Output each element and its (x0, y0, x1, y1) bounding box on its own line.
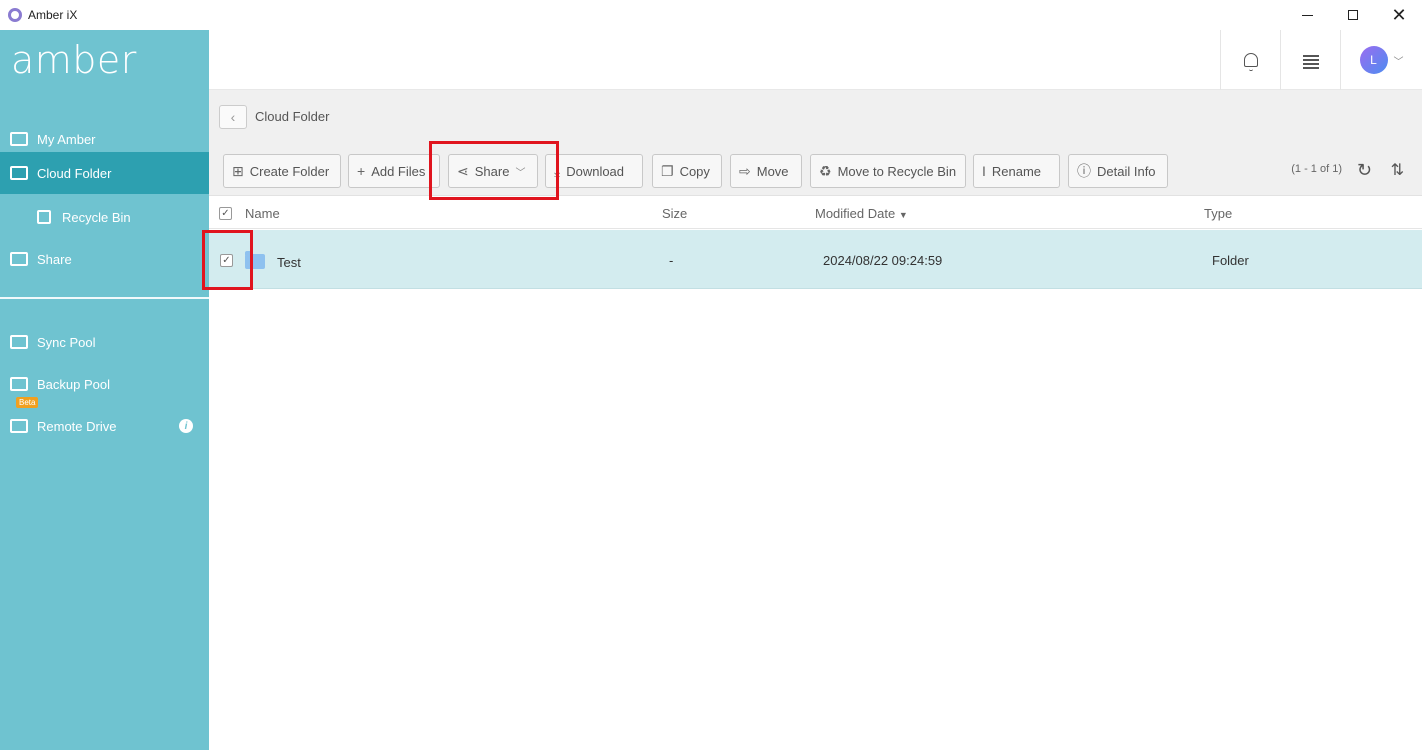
pagination-info: (1 - 1 of 1) (1291, 163, 1342, 175)
column-modified-date[interactable]: Modified Date ▼ (815, 206, 908, 221)
table-row[interactable]: ✓ Test - 2024/08/22 09:24:59 Folder (209, 230, 1422, 289)
minimize-button[interactable] (1284, 0, 1330, 30)
move-label: Move (756, 163, 789, 179)
window-title: Amber iX (28, 8, 78, 22)
detail-info-label: Detail Info (1097, 163, 1156, 179)
recycle-icon: ♻ (819, 162, 832, 179)
sidebar-item-label: Sync Pool (37, 334, 96, 350)
sidebar-item-label: Share (37, 251, 72, 267)
window-titlebar: Amber iX ✕ (0, 0, 1422, 30)
column-modified-label: Modified Date (815, 206, 896, 221)
sidebar-item-label: Recycle Bin (62, 209, 131, 225)
close-icon: ✕ (1391, 5, 1407, 25)
sidebar-item-label: My Amber (37, 131, 96, 147)
plus-icon: + (357, 163, 366, 179)
monitor-icon (10, 132, 28, 146)
add-files-button[interactable]: + Add Files (348, 154, 440, 188)
sidebar-item-label: Cloud Folder (37, 165, 112, 181)
create-folder-icon: ⊞ (232, 162, 244, 179)
move-button[interactable]: ⇨ Move (730, 154, 802, 188)
info-document-icon: ⓘ (1077, 163, 1091, 179)
breadcrumb: ‹ Cloud Folder (209, 90, 1422, 146)
refresh-icon[interactable]: ↻ (1357, 160, 1372, 181)
row-modified: 2024/08/22 09:24:59 (823, 253, 943, 268)
task-stack-icon (1302, 52, 1319, 69)
remote-drive-icon (10, 419, 28, 433)
sidebar-item-label: Backup Pool (37, 376, 110, 392)
user-menu-button[interactable]: L ﹀ (1340, 30, 1422, 90)
sidebar-item-sync-pool[interactable]: Sync Pool (0, 321, 209, 363)
sidebar: amber My Amber Cloud Folder Recycle Bin … (0, 30, 209, 750)
maximize-button[interactable] (1330, 0, 1376, 30)
column-size[interactable]: Size (662, 206, 687, 221)
sidebar-item-label: Remote Drive (37, 418, 117, 434)
chevron-down-icon: ﹀ (1393, 56, 1404, 68)
backup-icon (10, 377, 28, 391)
copy-label: Copy (679, 163, 710, 179)
copy-button[interactable]: ❐ Copy (652, 154, 722, 188)
file-list-empty-area (209, 290, 1422, 750)
chevron-left-icon: ‹ (230, 109, 236, 125)
row-size: - (669, 253, 674, 268)
recycle-label: Move to Recycle Bin (837, 163, 957, 179)
window-controls: ✕ (1284, 0, 1422, 30)
create-folder-label: Create Folder (249, 163, 330, 179)
beta-badge: Beta (16, 397, 39, 408)
detail-info-button[interactable]: ⓘ Detail Info (1068, 154, 1168, 188)
share-folder-icon (10, 252, 28, 266)
sort-icon[interactable]: ⇅ (1391, 160, 1404, 180)
sync-icon (10, 335, 28, 349)
cloud-folder-icon (10, 166, 28, 180)
move-icon: ⇨ (739, 162, 751, 179)
recycle-bin-icon (37, 210, 51, 224)
download-label: Download (566, 163, 625, 179)
tasks-button[interactable] (1280, 30, 1340, 90)
info-icon[interactable]: i (179, 419, 193, 433)
rename-label: Rename (991, 163, 1042, 179)
bell-icon (1243, 53, 1258, 71)
rename-button[interactable]: I Rename (973, 154, 1060, 188)
download-button[interactable]: ⤓ Download (545, 154, 643, 188)
copy-icon: ❐ (661, 162, 674, 179)
sidebar-divider (0, 297, 209, 299)
minimize-icon (1301, 14, 1313, 16)
column-name[interactable]: Name (245, 206, 280, 221)
text-cursor-icon: I (982, 163, 986, 179)
close-button[interactable]: ✕ (1376, 0, 1422, 30)
move-to-recycle-bin-button[interactable]: ♻ Move to Recycle Bin (810, 154, 966, 188)
sidebar-item-cloud-folder[interactable]: Cloud Folder (0, 152, 209, 194)
sidebar-item-remote-drive[interactable]: Beta Remote Drive i (0, 397, 209, 447)
top-header: L ﹀ (209, 30, 1422, 90)
app-logo-icon (8, 8, 22, 22)
notifications-button[interactable] (1220, 30, 1280, 90)
toolbar: ⊞ Create Folder + Add Files ⋖ Share ﹀ ⤓ Downl… (209, 146, 1422, 196)
checkbox-highlight-box (202, 230, 253, 290)
table-header: ✓ Name Size Modified Date ▼ Type (209, 197, 1422, 229)
add-files-label: Add Files (371, 163, 426, 179)
select-all-checkbox[interactable]: ✓ (219, 207, 232, 220)
row-type: Folder (1212, 253, 1249, 268)
sort-desc-icon: ▼ (898, 210, 908, 220)
brand-logo: amber (11, 38, 137, 82)
share-highlight-box (429, 141, 559, 200)
sidebar-item-recycle-bin[interactable]: Recycle Bin (0, 196, 209, 238)
sidebar-item-share[interactable]: Share (0, 238, 209, 280)
maximize-icon (1348, 10, 1358, 20)
create-folder-button[interactable]: ⊞ Create Folder (223, 154, 341, 188)
row-name: Test (277, 255, 301, 270)
avatar: L (1359, 46, 1388, 74)
column-type[interactable]: Type (1204, 206, 1232, 221)
breadcrumb-current: Cloud Folder (255, 109, 330, 124)
back-button[interactable]: ‹ (219, 105, 247, 129)
